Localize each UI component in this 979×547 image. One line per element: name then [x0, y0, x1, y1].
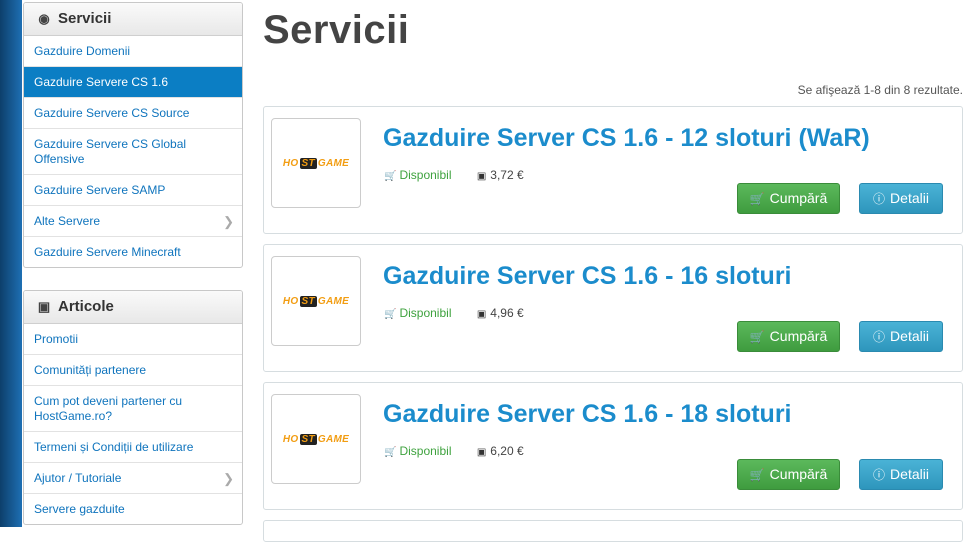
availability-status: 🛒 Disponibil [384, 444, 452, 458]
availability-status: 🛒 Disponibil [384, 168, 452, 182]
details-button[interactable]: ⓘ Detalii [859, 459, 943, 490]
product-meta: 🛒 Disponibil ▣ 6,20 € [384, 444, 524, 458]
articles-panel-header: ▣ Articole [24, 291, 242, 324]
price-tag-icon: ▣ [476, 447, 487, 458]
product-meta: 🛒 Disponibil ▣ 4,96 € [384, 306, 524, 320]
sidebar-item-partener[interactable]: Cum pot deveni partener cu HostGame.ro? [24, 386, 242, 432]
product-price: ▣ 4,96 € [476, 306, 524, 320]
sidebar: ◉ Servicii Gazduire Domenii Gazduire Serv… [23, 2, 243, 547]
cart-icon: 🛒 [384, 447, 397, 458]
cart-icon: 🛒 [749, 192, 765, 206]
results-count: Se afişează 1-8 din 8 rezultate. [797, 83, 963, 97]
cart-icon: 🛒 [749, 330, 765, 344]
services-panel-title: Servicii [58, 10, 112, 27]
product-card-partial [263, 520, 963, 542]
sidebar-item-cs-go[interactable]: Gazduire Servere CS Global Offensive [24, 129, 242, 175]
product-title[interactable]: Gazduire Server CS 1.6 - 16 sloturi [383, 262, 792, 291]
sidebar-item-samp[interactable]: Gazduire Servere SAMP [24, 175, 242, 206]
product-logo[interactable]: HO ST GAME [271, 256, 361, 346]
product-title[interactable]: Gazduire Server CS 1.6 - 12 sloturi (WaR… [383, 124, 870, 153]
chevron-right-icon: ❯ [223, 214, 234, 229]
product-price: ▣ 6,20 € [476, 444, 524, 458]
info-icon: ⓘ [873, 192, 886, 206]
buy-button[interactable]: 🛒 Cumpără [737, 321, 840, 352]
sidebar-item-alte-servere[interactable]: Alte Servere ❯ [24, 206, 242, 237]
product-card: HO ST GAME Gazduire Server CS 1.6 - 16 slo… [263, 244, 963, 372]
product-logo[interactable]: HO ST GAME [271, 118, 361, 208]
sidebar-item-cs16[interactable]: Gazduire Servere CS 1.6 [24, 67, 242, 98]
details-button[interactable]: ⓘ Detalii [859, 321, 943, 352]
cart-icon: 🛒 [384, 309, 397, 320]
sidebar-item-label: Alte Servere [34, 214, 101, 228]
info-icon: ⓘ [873, 330, 886, 344]
book-icon: ▣ [37, 299, 51, 314]
page-edge-background [0, 0, 22, 527]
sidebar-item-termeni[interactable]: Termeni și Condiții de utilizare [24, 432, 242, 463]
sidebar-item-servere-gazduite[interactable]: Servere gazduite [24, 494, 242, 524]
services-panel-header: ◉ Servicii [24, 3, 242, 36]
sidebar-item-minecraft[interactable]: Gazduire Servere Minecraft [24, 237, 242, 267]
info-icon: ⓘ [873, 468, 886, 482]
page-title: Servicii [263, 8, 410, 52]
sidebar-item-promotii[interactable]: Promotii [24, 324, 242, 355]
hostgame-logo: HO ST GAME [282, 157, 350, 169]
globe-icon: ◉ [38, 11, 50, 26]
sidebar-item-comunitati[interactable]: Comunități partenere [24, 355, 242, 386]
cart-icon: 🛒 [749, 468, 765, 482]
product-logo[interactable]: HO ST GAME [271, 394, 361, 484]
product-price: ▣ 3,72 € [476, 168, 524, 182]
buy-button[interactable]: 🛒 Cumpără [737, 459, 840, 490]
product-meta: 🛒 Disponibil ▣ 3,72 € [384, 168, 524, 182]
hostgame-logo: HO ST GAME [282, 433, 350, 445]
sidebar-item-cs-source[interactable]: Gazduire Servere CS Source [24, 98, 242, 129]
product-card: HO ST GAME Gazduire Server CS 1.6 - 18 slo… [263, 382, 963, 510]
sidebar-item-label: Ajutor / Tutoriale [34, 471, 122, 485]
details-button[interactable]: ⓘ Detalii [859, 183, 943, 214]
sidebar-item-ajutor[interactable]: Ajutor / Tutoriale ❯ [24, 463, 242, 494]
availability-status: 🛒 Disponibil [384, 306, 452, 320]
price-tag-icon: ▣ [476, 171, 487, 182]
hostgame-logo: HO ST GAME [282, 295, 350, 307]
price-tag-icon: ▣ [476, 309, 487, 320]
chevron-right-icon: ❯ [223, 471, 234, 486]
cart-icon: 🛒 [384, 171, 397, 182]
buy-button[interactable]: 🛒 Cumpără [737, 183, 840, 214]
articles-panel: ▣ Articole Promotii Comunități partenere … [23, 290, 243, 525]
services-panel: ◉ Servicii Gazduire Domenii Gazduire Serv… [23, 2, 243, 268]
sidebar-item-gazduire-domenii[interactable]: Gazduire Domenii [24, 36, 242, 67]
product-card: HO ST GAME Gazduire Server CS 1.6 - 12 slo… [263, 106, 963, 234]
product-title[interactable]: Gazduire Server CS 1.6 - 18 sloturi [383, 400, 792, 429]
articles-panel-title: Articole [58, 298, 114, 315]
